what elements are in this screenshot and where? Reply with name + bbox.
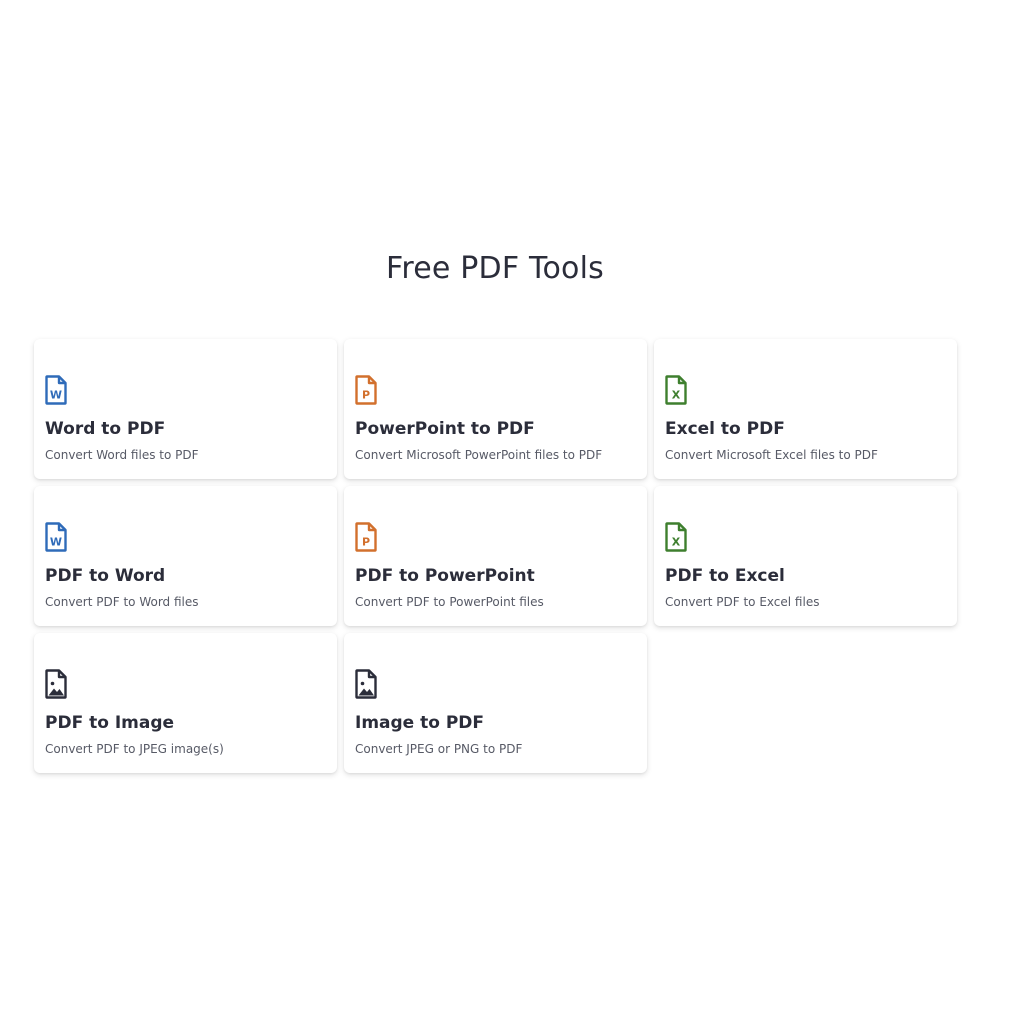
svg-text:X: X [672, 389, 681, 402]
tool-description: Convert Microsoft Excel files to PDF [665, 448, 878, 462]
tool-card-image-to-pdf[interactable]: Image to PDF Convert JPEG or PNG to PDF [344, 633, 647, 773]
excel-file-icon: X [665, 375, 687, 405]
tool-description: Convert JPEG or PNG to PDF [355, 742, 523, 756]
tool-card-powerpoint-to-pdf[interactable]: P PowerPoint to PDF Convert Microsoft Po… [344, 339, 647, 479]
image-file-icon [45, 669, 67, 699]
tool-title: PowerPoint to PDF [355, 419, 535, 439]
tool-title: Word to PDF [45, 419, 166, 439]
tool-title: PDF to Word [45, 566, 166, 586]
powerpoint-file-icon: P [355, 375, 377, 405]
tool-description: Convert PDF to JPEG image(s) [45, 742, 224, 756]
tool-title: Image to PDF [355, 713, 485, 733]
image-file-icon [355, 669, 377, 699]
tool-card-pdf-to-image[interactable]: PDF to Image Convert PDF to JPEG image(s… [34, 633, 337, 773]
tool-description: Convert Microsoft PowerPoint files to PD… [355, 448, 603, 462]
svg-text:X: X [672, 536, 681, 549]
tool-grid: W Word to PDF Convert Word files to PDF … [34, 339, 957, 773]
tool-title: PDF to PowerPoint [355, 566, 535, 586]
svg-text:P: P [362, 389, 370, 402]
tool-card-pdf-to-powerpoint[interactable]: P PDF to PowerPoint Convert PDF to Power… [344, 486, 647, 626]
svg-text:W: W [50, 389, 62, 402]
svg-text:W: W [50, 536, 62, 549]
tool-title: PDF to Excel [665, 566, 785, 586]
page: Free PDF Tools W Word to PDF Convert Wor… [0, 0, 1024, 1024]
word-file-icon: W [45, 522, 67, 552]
tool-card-pdf-to-excel[interactable]: X PDF to Excel Convert PDF to Excel file… [654, 486, 957, 626]
tool-description: Convert PDF to PowerPoint files [355, 595, 544, 609]
powerpoint-file-icon: P [355, 522, 377, 552]
tool-card-pdf-to-word[interactable]: W PDF to Word Convert PDF to Word files [34, 486, 337, 626]
svg-text:P: P [362, 536, 370, 549]
tool-card-word-to-pdf[interactable]: W Word to PDF Convert Word files to PDF [34, 339, 337, 479]
tool-description: Convert Word files to PDF [45, 448, 199, 462]
tool-description: Convert PDF to Word files [45, 595, 199, 609]
tool-description: Convert PDF to Excel files [665, 595, 820, 609]
word-file-icon: W [45, 375, 67, 405]
tool-title: Excel to PDF [665, 419, 785, 439]
excel-file-icon: X [665, 522, 687, 552]
page-title: Free PDF Tools [386, 251, 604, 286]
tool-card-excel-to-pdf[interactable]: X Excel to PDF Convert Microsoft Excel f… [654, 339, 957, 479]
tool-title: PDF to Image [45, 713, 175, 733]
